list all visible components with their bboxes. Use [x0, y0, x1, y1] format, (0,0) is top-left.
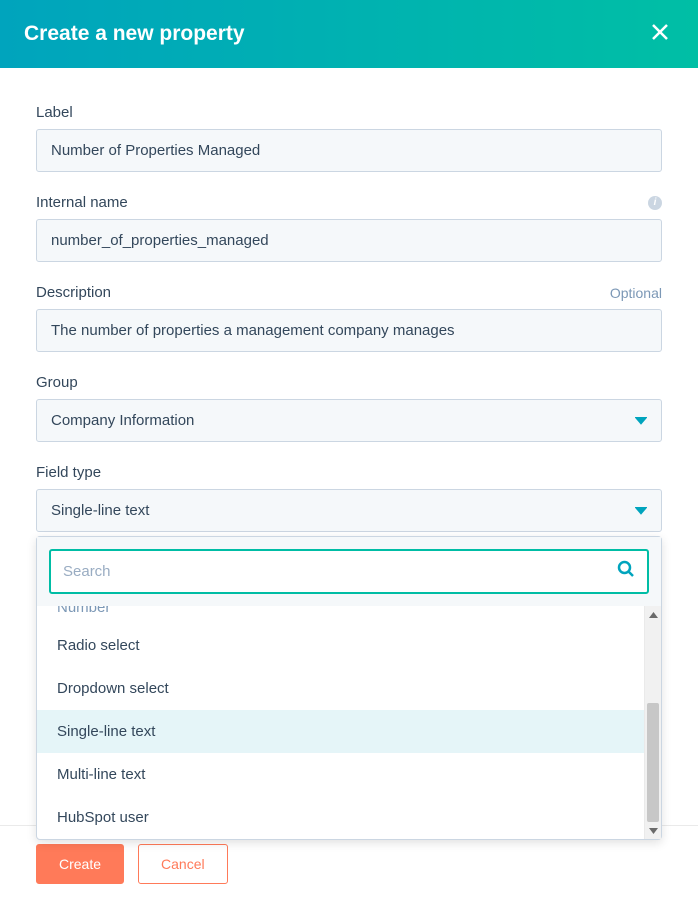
search-icon: [617, 560, 635, 583]
group-select-value: Company Information: [51, 412, 194, 429]
label-input[interactable]: [36, 129, 662, 172]
field-internal-name-group: Internal name i: [36, 194, 662, 262]
dropdown-option-selected[interactable]: Single-line text: [37, 710, 644, 753]
scroll-down-arrow[interactable]: [645, 822, 661, 839]
fieldtype-dropdown-panel: Number Radio select Dropdown select Sing…: [36, 536, 662, 840]
caret-down-icon: [635, 502, 647, 519]
dropdown-option[interactable]: Dropdown select: [37, 667, 644, 710]
internal-name-field-label: Internal name: [36, 194, 128, 211]
scroll-thumb[interactable]: [647, 703, 659, 822]
dropdown-option[interactable]: HubSpot user: [37, 796, 644, 839]
group-field-label: Group: [36, 374, 78, 391]
dialog-header: Create a new property: [0, 0, 698, 68]
dropdown-search: [49, 549, 649, 594]
scroll-up-arrow[interactable]: [645, 606, 661, 623]
internal-name-input[interactable]: [36, 219, 662, 262]
group-select[interactable]: Company Information: [36, 399, 662, 442]
dropdown-list-wrap: Number Radio select Dropdown select Sing…: [37, 606, 661, 839]
optional-label: Optional: [610, 285, 662, 301]
dialog-title: Create a new property: [24, 22, 245, 46]
dropdown-option[interactable]: Radio select: [37, 624, 644, 667]
description-input[interactable]: [36, 309, 662, 352]
field-label-group: Label: [36, 104, 662, 172]
dropdown-search-wrap: [37, 537, 661, 606]
field-fieldtype-group: Field type Single-line text: [36, 464, 662, 532]
caret-down-icon: [635, 412, 647, 429]
dropdown-option[interactable]: Number: [37, 606, 644, 624]
label-field-label: Label: [36, 104, 73, 121]
dropdown-search-input[interactable]: [63, 551, 617, 592]
dialog-content: Label Internal name i Description Option…: [0, 68, 698, 532]
create-button[interactable]: Create: [36, 844, 124, 884]
info-icon[interactable]: i: [648, 196, 662, 210]
close-icon: [650, 22, 670, 47]
scroll-track[interactable]: [645, 623, 661, 822]
field-description-group: Description Optional: [36, 284, 662, 352]
cancel-button[interactable]: Cancel: [138, 844, 228, 884]
dropdown-list: Number Radio select Dropdown select Sing…: [37, 606, 644, 839]
fieldtype-field-label: Field type: [36, 464, 101, 481]
dropdown-scrollbar[interactable]: [644, 606, 661, 839]
description-field-label: Description: [36, 284, 111, 301]
field-group-group: Group Company Information: [36, 374, 662, 442]
dropdown-option[interactable]: Multi-line text: [37, 753, 644, 796]
close-button[interactable]: [646, 20, 674, 48]
fieldtype-select-value: Single-line text: [51, 502, 149, 519]
fieldtype-select[interactable]: Single-line text: [36, 489, 662, 532]
